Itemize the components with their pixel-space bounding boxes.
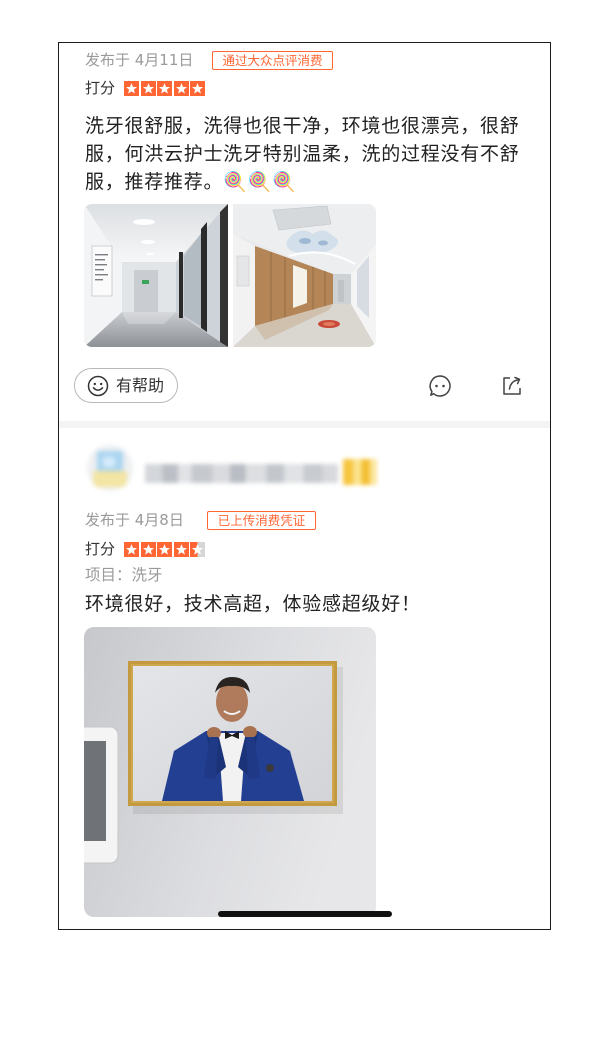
user-level-badge xyxy=(343,459,377,485)
project-value: 洗牙 xyxy=(131,566,163,584)
star-icon xyxy=(157,542,172,557)
star-icon xyxy=(140,81,156,96)
star-icon xyxy=(173,81,189,96)
review-photo[interactable] xyxy=(84,627,376,917)
star-icon xyxy=(124,81,139,96)
avatar[interactable] xyxy=(87,445,133,491)
helpful-button[interactable]: 有帮助 xyxy=(74,368,178,403)
review-photo[interactable] xyxy=(233,204,376,347)
rating-stars xyxy=(124,542,205,557)
username[interactable] xyxy=(145,464,338,483)
project-label: 项目： xyxy=(85,566,132,584)
star-icon xyxy=(190,542,205,557)
review-text: 环境很好，技术高超，体验感超级好！ xyxy=(85,593,421,615)
publish-date: 发布于 4月11日 xyxy=(85,51,194,69)
verified-badge: 通过大众点评消费 xyxy=(212,51,333,70)
comment-icon[interactable] xyxy=(428,374,452,398)
rating-label: 打分 xyxy=(85,540,116,558)
star-icon xyxy=(157,81,172,96)
project-line: 项目：洗牙 xyxy=(85,566,163,584)
rating-label: 打分 xyxy=(85,79,116,97)
smiley-icon xyxy=(87,375,109,396)
publish-date: 发布于 4月8日 xyxy=(85,511,184,529)
star-icon xyxy=(140,542,156,557)
review-photos xyxy=(84,204,376,347)
review-photo[interactable] xyxy=(84,204,228,347)
rating-stars xyxy=(124,81,205,96)
star-icon xyxy=(190,81,205,96)
share-icon[interactable] xyxy=(501,375,523,397)
helpful-label: 有帮助 xyxy=(116,375,165,395)
review-text: 洗牙很舒服，洗得也很干净，环境也很漂亮，很舒服，何洪云护士洗牙特别温柔，洗的过程… xyxy=(85,115,520,193)
receipt-badge: 已上传消费凭证 xyxy=(207,511,316,530)
star-icon xyxy=(173,542,189,557)
divider xyxy=(59,421,550,428)
star-icon xyxy=(124,542,139,557)
home-indicator[interactable] xyxy=(218,911,392,917)
phone-screen: 发布于 4月11日 通过大众点评消费 打分 洗牙很舒服，洗得也很干净，环境也很漂… xyxy=(58,42,551,930)
